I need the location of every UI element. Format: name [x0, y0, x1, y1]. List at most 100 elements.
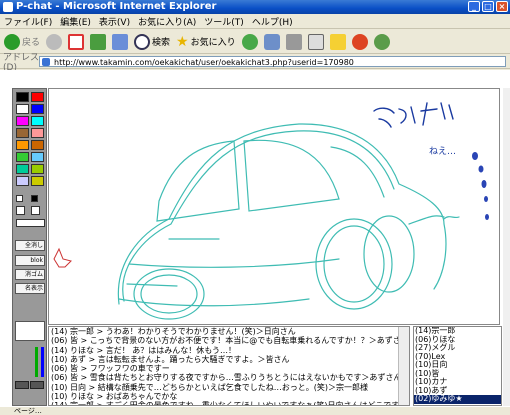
- ie-icon: [3, 2, 13, 12]
- print-button[interactable]: [285, 33, 302, 50]
- name-button[interactable]: 名表示: [15, 283, 45, 294]
- eraser-button[interactable]: 消ゴム: [15, 269, 45, 280]
- address-field[interactable]: http://www.takamin.com/oekakichat/user/o…: [39, 56, 506, 67]
- menu-favorites[interactable]: お気に入り(A): [138, 15, 196, 28]
- name-label: 名表示: [24, 285, 43, 292]
- color-swatch[interactable]: [16, 140, 29, 150]
- back-label: 戻る: [22, 38, 41, 48]
- user-list-item[interactable]: (02)ゆみゆ★: [414, 394, 501, 404]
- chat-line: (10) あず > 言は転転ませんよ。踊ったら大騒ぎですよ。＞皆さん: [51, 354, 290, 364]
- canvas-side-text: ねえ…: [429, 146, 456, 157]
- chat-line: (14) 宗一郎 > うわあ！わかりそうでわかりません！(笑)＞日向さん: [51, 327, 296, 336]
- search-button[interactable]: 検索: [134, 33, 171, 50]
- edit-icon: [307, 33, 324, 50]
- color-swatch[interactable]: [31, 152, 44, 162]
- status-text: ページ…: [14, 407, 42, 415]
- stop-button[interactable]: [68, 33, 85, 50]
- toolbar: 戻る 検索 ★ お気に入り: [0, 30, 510, 54]
- color-swatch[interactable]: [31, 104, 44, 114]
- preview-left: [15, 381, 29, 389]
- search-label: 検索: [152, 38, 171, 48]
- menu-view[interactable]: 表示(V): [99, 15, 130, 28]
- refresh-icon: [90, 33, 107, 50]
- chat-line: (10) りほな > おばあちゃんでかな: [51, 392, 178, 402]
- mail-icon: [263, 33, 280, 50]
- menu-file[interactable]: ファイル(F): [4, 15, 52, 28]
- search-icon: [134, 33, 151, 50]
- blue-slider[interactable]: [41, 347, 44, 377]
- chat-line: (06) 皆 > 雪食は背たちとお守りする夜ですから…雪ふりうちとうにはえないか…: [51, 373, 402, 383]
- color-swatch[interactable]: [31, 128, 44, 138]
- history-icon: [241, 33, 258, 50]
- color-swatch[interactable]: [16, 116, 29, 126]
- preview-right: [30, 381, 44, 389]
- chat-scrollbar[interactable]: [398, 327, 409, 405]
- back-arrow-icon: [4, 33, 20, 50]
- clear-button[interactable]: 全消し: [15, 240, 45, 251]
- color-swatch[interactable]: [16, 152, 29, 162]
- messenger-button[interactable]: [351, 33, 368, 50]
- color-swatch[interactable]: [16, 128, 29, 138]
- menu-bar: ファイル(F) 編集(E) 表示(V) お気に入り(A) ツール(T) ヘルプ(…: [0, 14, 510, 29]
- discuss-button[interactable]: [329, 33, 346, 50]
- stop-icon: [68, 33, 85, 50]
- sketch: ねえ…: [53, 102, 489, 320]
- edit-button[interactable]: [307, 33, 324, 50]
- mail-button[interactable]: [263, 33, 280, 50]
- color-swatch[interactable]: [31, 92, 44, 102]
- tool-panel: 全消し blok 消ゴム 名表示: [12, 88, 47, 406]
- favorites-button[interactable]: ★ お気に入り: [176, 34, 236, 50]
- home-button[interactable]: [112, 33, 129, 50]
- forward-button[interactable]: [46, 33, 63, 50]
- status-bar: ページ…: [0, 407, 510, 415]
- color-swatch[interactable]: [31, 140, 44, 150]
- minimize-button[interactable]: _: [468, 1, 480, 12]
- history-button[interactable]: [241, 33, 258, 50]
- clear-label: 全消し: [24, 242, 43, 249]
- chat-line: (06) 皆 > こっちで背景のない方がお不便です！本当に@でも自転車乗れるんで…: [51, 336, 409, 346]
- color-swatch[interactable]: [16, 92, 29, 102]
- title-bar: P-chat - Microsoft Internet Explorer _ □…: [0, 0, 510, 14]
- u-badge-icon: [351, 33, 368, 50]
- green-slider[interactable]: [35, 347, 38, 377]
- chat-line: (10) 日向 > 結構な顔乗先で…どちらかといえば乞食でしたね…おっと。(笑)…: [51, 382, 368, 392]
- pen-size-medium[interactable]: [16, 206, 25, 215]
- maximize-button[interactable]: □: [482, 1, 494, 12]
- chat-log: (14) 宗一郎 > うわあ！わかりそうでわかりません！(笑)＞日向さん (06)…: [48, 326, 410, 406]
- page-scrollbar[interactable]: [503, 88, 510, 406]
- pen-size-small[interactable]: [16, 195, 23, 202]
- line-style[interactable]: [16, 219, 45, 227]
- menu-tools[interactable]: ツール(T): [204, 15, 244, 28]
- color-swatch[interactable]: [31, 116, 44, 126]
- menu-edit[interactable]: 編集(E): [60, 15, 91, 28]
- back-button[interactable]: 戻る: [4, 33, 41, 50]
- color-swatch[interactable]: [16, 164, 29, 174]
- user-list: (14)宗一郎 (06)りほな (27)メグル (70)Lex (10)日向 (10)皆(…: [413, 326, 502, 406]
- forward-arrow-icon: [46, 33, 63, 50]
- pen-size-dot[interactable]: [31, 195, 38, 202]
- color-swatch[interactable]: [31, 176, 44, 186]
- bucket-label: blok: [30, 257, 43, 264]
- page-icon: [42, 58, 50, 66]
- messenger-icon: [373, 33, 390, 50]
- favorites-label: お気に入り: [190, 38, 236, 48]
- buddy-button[interactable]: [373, 33, 390, 50]
- print-icon: [285, 33, 302, 50]
- color-swatch[interactable]: [16, 176, 29, 186]
- color-swatch[interactable]: [31, 164, 44, 174]
- color-swatch[interactable]: [16, 104, 29, 114]
- color-preview: [15, 321, 45, 341]
- close-button[interactable]: ×: [496, 1, 508, 12]
- chat-line: (14) りほな > 言だ！ あ？ははみんな！休もう…！: [51, 345, 237, 355]
- refresh-button[interactable]: [90, 33, 107, 50]
- menu-help[interactable]: ヘルプ(H): [252, 15, 293, 28]
- drawing-canvas[interactable]: ねえ…: [48, 88, 500, 325]
- pen-size-large[interactable]: [31, 206, 40, 215]
- folder-icon: [329, 33, 346, 50]
- bucket-button[interactable]: blok: [15, 255, 45, 266]
- chat-line: (14) 宗一郎 > すごく田舎の景色ですね。重少なくてほしいやいですなぁ(笑)…: [51, 401, 410, 406]
- address-bar: アドレス(D) http://www.takamin.com/oekakicha…: [0, 53, 510, 73]
- address-url: http://www.takamin.com/oekakichat/user/o…: [54, 58, 354, 67]
- star-icon: ★: [176, 33, 189, 50]
- home-icon: [112, 33, 129, 50]
